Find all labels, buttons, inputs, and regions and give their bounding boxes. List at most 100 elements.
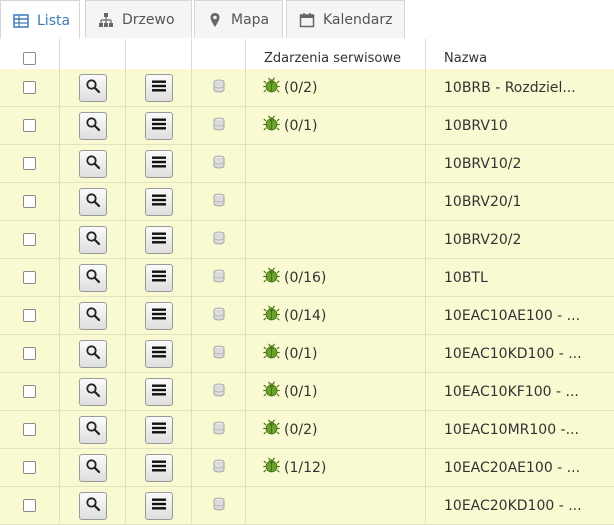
table-row[interactable]: (0/2) 10BRB - Rozdziel... [0,69,614,107]
tab-kalendarz[interactable]: Kalendarz [286,0,405,38]
row-events-cell[interactable]: (0/1) [246,373,426,410]
row-events-cell[interactable]: (0/1) [246,335,426,372]
database-icon [213,268,225,287]
view-details-button[interactable] [78,301,107,330]
bug-icon [263,343,280,364]
tab-drzewo[interactable]: Drzewo [85,0,192,38]
row-checkbox[interactable] [23,423,36,436]
tab-label: Mapa [231,11,270,28]
view-details-button[interactable] [78,491,107,520]
row-checkbox[interactable] [23,499,36,512]
row-select-cell [0,449,60,486]
table-row[interactable]: 10BRV20/2 [0,221,614,259]
row-name-cell[interactable]: 10EAC20AE100 - ... [426,449,614,486]
view-details-button[interactable] [78,73,107,102]
row-menu-cell [126,183,192,220]
search-icon [85,78,101,98]
table-row[interactable]: (0/1) 10EAC10KD100 - ... [0,335,614,373]
row-name-cell[interactable]: 10BRV10/2 [426,145,614,182]
table-row[interactable]: 10EAC20KD100 - ... [0,487,614,525]
row-events-cell[interactable]: (0/14) [246,297,426,334]
row-menu-button[interactable] [144,377,173,406]
view-details-button[interactable] [78,263,107,292]
row-select-cell [0,411,60,448]
row-menu-button[interactable] [144,225,173,254]
row-menu-button[interactable] [144,339,173,368]
row-menu-button[interactable] [144,453,173,482]
table-row[interactable]: (0/2) 10EAC10MR100 -... [0,411,614,449]
view-details-button[interactable] [78,415,107,444]
bug-icon [263,381,280,402]
row-name-cell[interactable]: 10BRV10 [426,107,614,144]
row-name-cell[interactable]: 10BRV20/1 [426,183,614,220]
view-details-button[interactable] [78,187,107,216]
table-row[interactable]: 10BRV20/1 [0,183,614,221]
row-checkbox[interactable] [23,347,36,360]
tab-lista[interactable]: Lista [0,0,80,40]
table-row[interactable]: (0/1) 10BRV10 [0,107,614,145]
events-count: (0/2) [284,421,318,438]
row-name-cell[interactable]: 10EAC10KF100 - ... [426,373,614,410]
row-menu-cell [126,297,192,334]
row-type-cell [192,487,246,524]
row-checkbox[interactable] [23,119,36,132]
view-details-button[interactable] [78,377,107,406]
row-name-cell[interactable]: 10BRB - Rozdziel... [426,69,614,106]
row-events-cell[interactable] [246,183,426,220]
row-events-cell[interactable]: (0/1) [246,107,426,144]
row-menu-button[interactable] [144,149,173,178]
row-checkbox[interactable] [23,309,36,322]
item-name: 10BRB - Rozdziel... [444,79,576,96]
row-menu-button[interactable] [144,415,173,444]
item-name: 10EAC20KD100 - ... [444,497,582,514]
view-details-button[interactable] [78,111,107,140]
row-events-cell[interactable]: (0/16) [246,259,426,296]
row-type-cell [192,221,246,258]
row-type-cell [192,183,246,220]
row-checkbox[interactable] [23,195,36,208]
row-checkbox[interactable] [23,157,36,170]
row-view-cell [60,69,126,106]
row-name-cell[interactable]: 10EAC10KD100 - ... [426,335,614,372]
row-name-cell[interactable]: 10EAC10MR100 -... [426,411,614,448]
row-events-cell[interactable] [246,145,426,182]
row-name-cell[interactable]: 10BRV20/2 [426,221,614,258]
item-name: 10BRV20/1 [444,193,522,210]
calendar-icon [299,12,315,28]
search-icon [85,154,101,174]
view-details-button[interactable] [78,225,107,254]
table-row[interactable]: (0/16) 10BTL [0,259,614,297]
row-checkbox[interactable] [23,461,36,474]
map-marker-icon [207,12,223,28]
tab-mapa[interactable]: Mapa [194,0,283,38]
table-row[interactable]: (1/12) 10EAC20AE100 - ... [0,449,614,487]
view-details-button[interactable] [78,149,107,178]
row-events-cell[interactable]: (0/2) [246,411,426,448]
row-checkbox[interactable] [23,233,36,246]
row-events-cell[interactable]: (1/12) [246,449,426,486]
row-menu-cell [126,411,192,448]
view-details-button[interactable] [78,453,107,482]
row-menu-button[interactable] [144,263,173,292]
row-events-cell[interactable]: (0/2) [246,69,426,106]
row-checkbox[interactable] [23,385,36,398]
row-events-cell[interactable] [246,487,426,524]
view-details-button[interactable] [78,339,107,368]
row-menu-button[interactable] [144,73,173,102]
table-row[interactable]: (0/1) 10EAC10KF100 - ... [0,373,614,411]
row-menu-button[interactable] [144,111,173,140]
row-menu-button[interactable] [144,491,173,520]
row-name-cell[interactable]: 10BTL [426,259,614,296]
select-all-checkbox[interactable] [23,51,36,65]
row-select-cell [0,335,60,372]
table-row[interactable]: (0/14) 10EAC10AE100 - ... [0,297,614,335]
row-name-cell[interactable]: 10EAC10AE100 - ... [426,297,614,334]
row-name-cell[interactable]: 10EAC20KD100 - ... [426,487,614,524]
table-row[interactable]: 10BRV10/2 [0,145,614,183]
row-checkbox[interactable] [23,81,36,94]
row-menu-button[interactable] [144,301,173,330]
row-checkbox[interactable] [23,271,36,284]
row-events-cell[interactable] [246,221,426,258]
events-count: (0/1) [284,383,318,400]
row-menu-button[interactable] [144,187,173,216]
